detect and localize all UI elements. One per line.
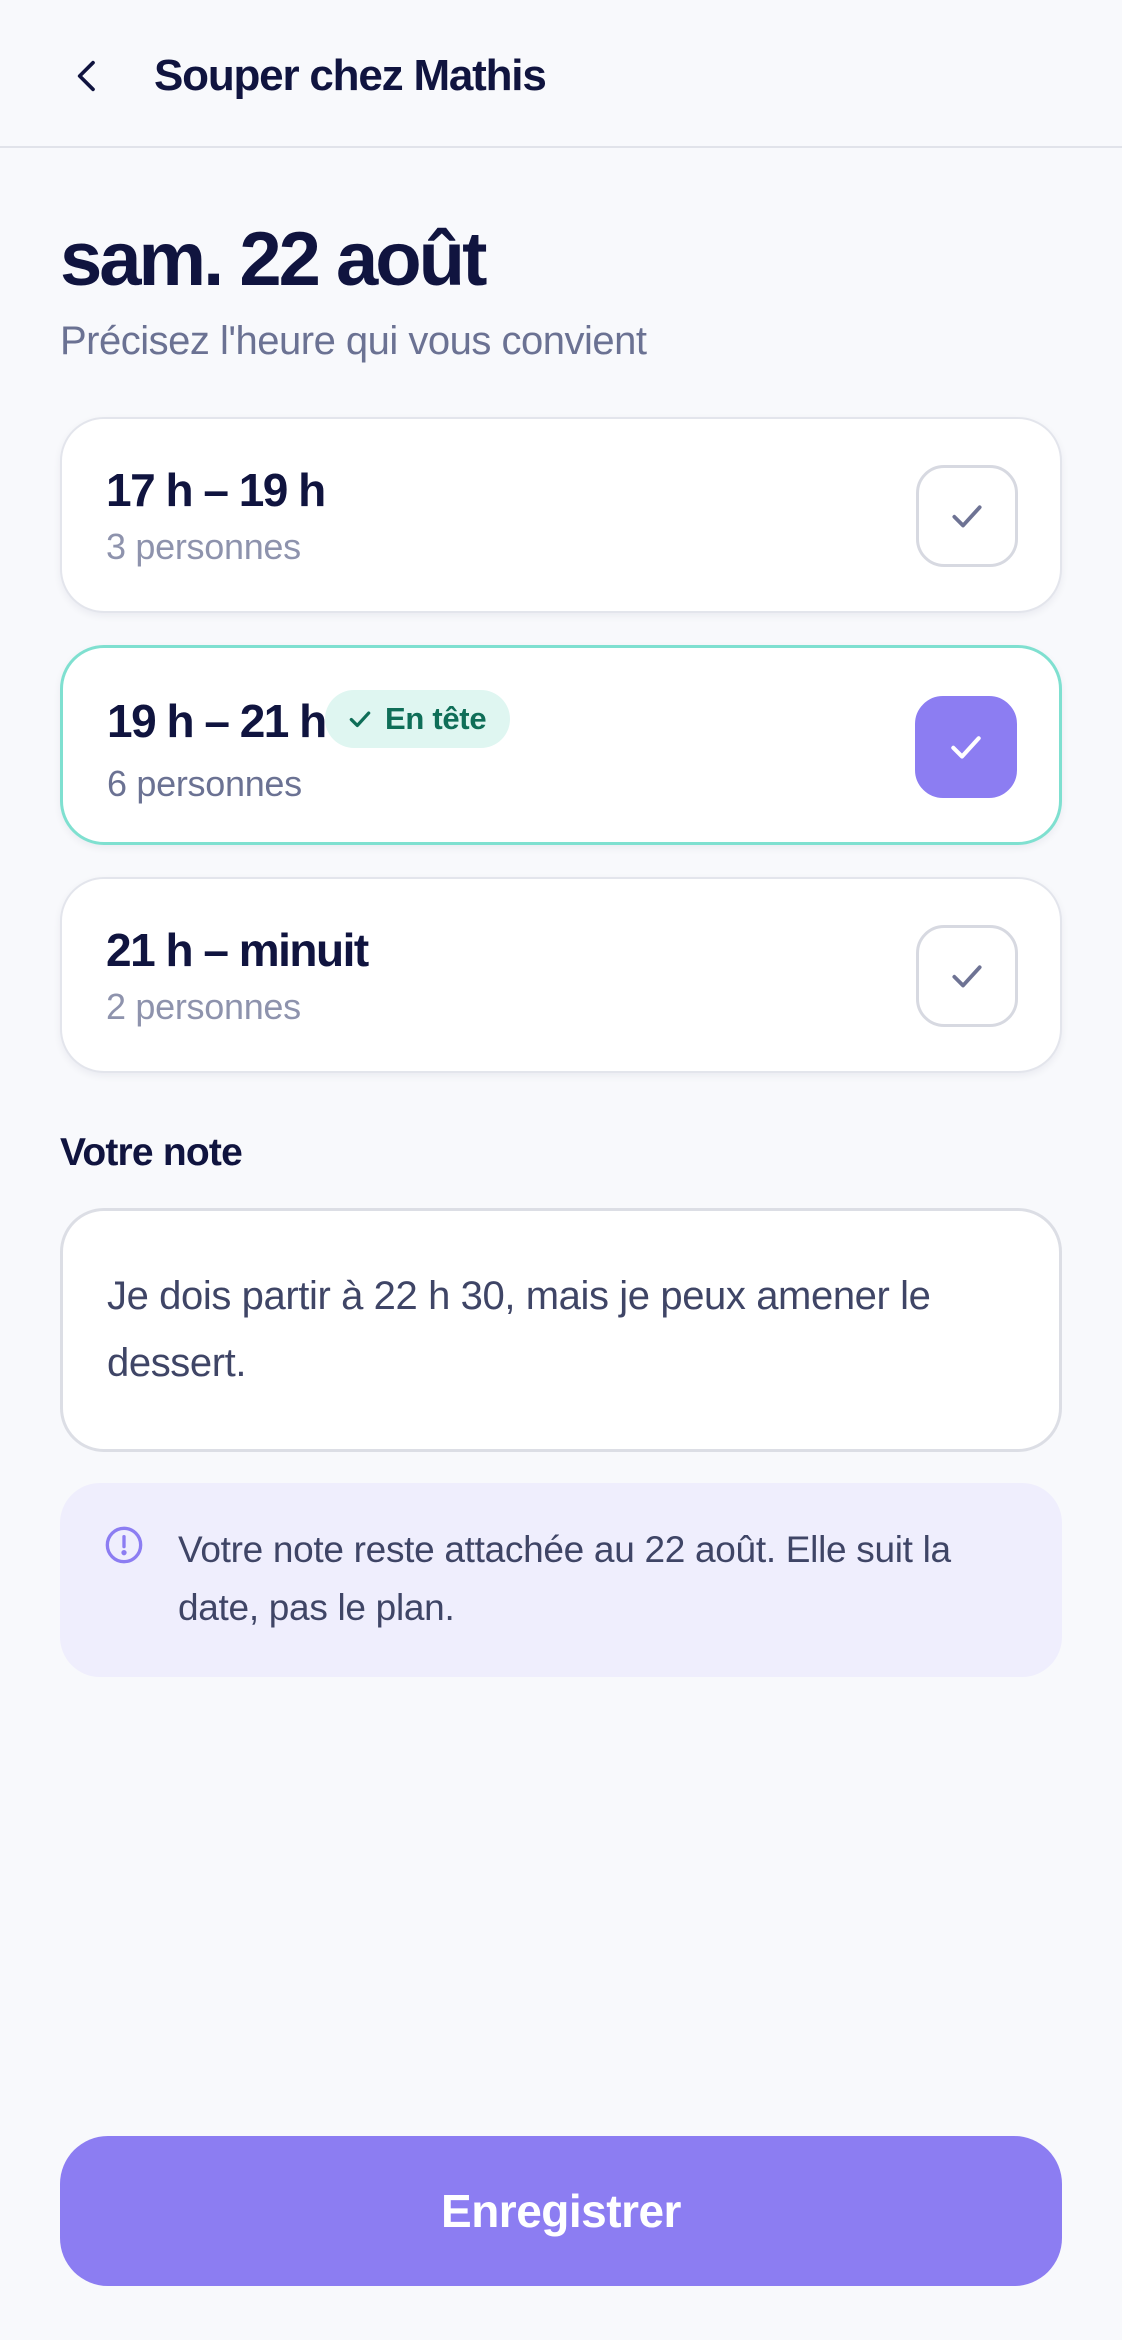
check-icon <box>349 711 371 728</box>
slot-time: 19 h – 21 h <box>107 695 327 747</box>
check-icon <box>951 736 981 759</box>
app-header: Souper chez Mathis <box>0 0 1122 148</box>
date-heading: sam. 22 août <box>60 217 487 302</box>
slot-checkbox[interactable] <box>916 925 1018 1027</box>
page-title: Souper chez Mathis <box>154 51 547 100</box>
note-textarea[interactable]: Je dois partir à 22 h 30, mais je peux a… <box>60 1208 1062 1452</box>
slot-checkbox[interactable] <box>915 696 1017 798</box>
slot-time: 17 h – 19 h <box>106 464 326 516</box>
back-button[interactable] <box>56 44 120 108</box>
slot-count: 2 personnes <box>106 986 301 1027</box>
date-subtitle: Précisez l'heure qui vous convient <box>60 319 647 363</box>
screen: Souper chez Mathis sam. 22 août Précisez… <box>0 0 1122 2340</box>
note-label: Votre note <box>60 1131 243 1174</box>
slot-count: 3 personnes <box>106 526 301 567</box>
lead-badge-label: En tête <box>385 701 487 736</box>
lead-badge: En tête <box>325 690 511 748</box>
info-circle-icon <box>105 1526 143 1564</box>
time-slot-17-19[interactable]: 17 h – 19 h 3 personnes <box>60 417 1062 613</box>
slot-count: 6 personnes <box>107 763 302 804</box>
check-icon <box>952 965 982 988</box>
slot-time: 21 h – minuit <box>106 924 369 976</box>
check-icon <box>952 505 982 528</box>
info-box: Votre note reste attachée au 22 août. El… <box>60 1483 1062 1677</box>
chevron-left-icon <box>77 60 95 92</box>
save-button[interactable]: Enregistrer <box>60 2136 1062 2286</box>
time-slot-21-minuit[interactable]: 21 h – minuit 2 personnes <box>60 877 1062 1073</box>
time-slot-19-21[interactable]: 19 h – 21 h En tête 6 personnes <box>60 645 1062 845</box>
slot-checkbox[interactable] <box>916 465 1018 567</box>
info-text: Votre note reste attachée au 22 août. El… <box>178 1529 951 1628</box>
